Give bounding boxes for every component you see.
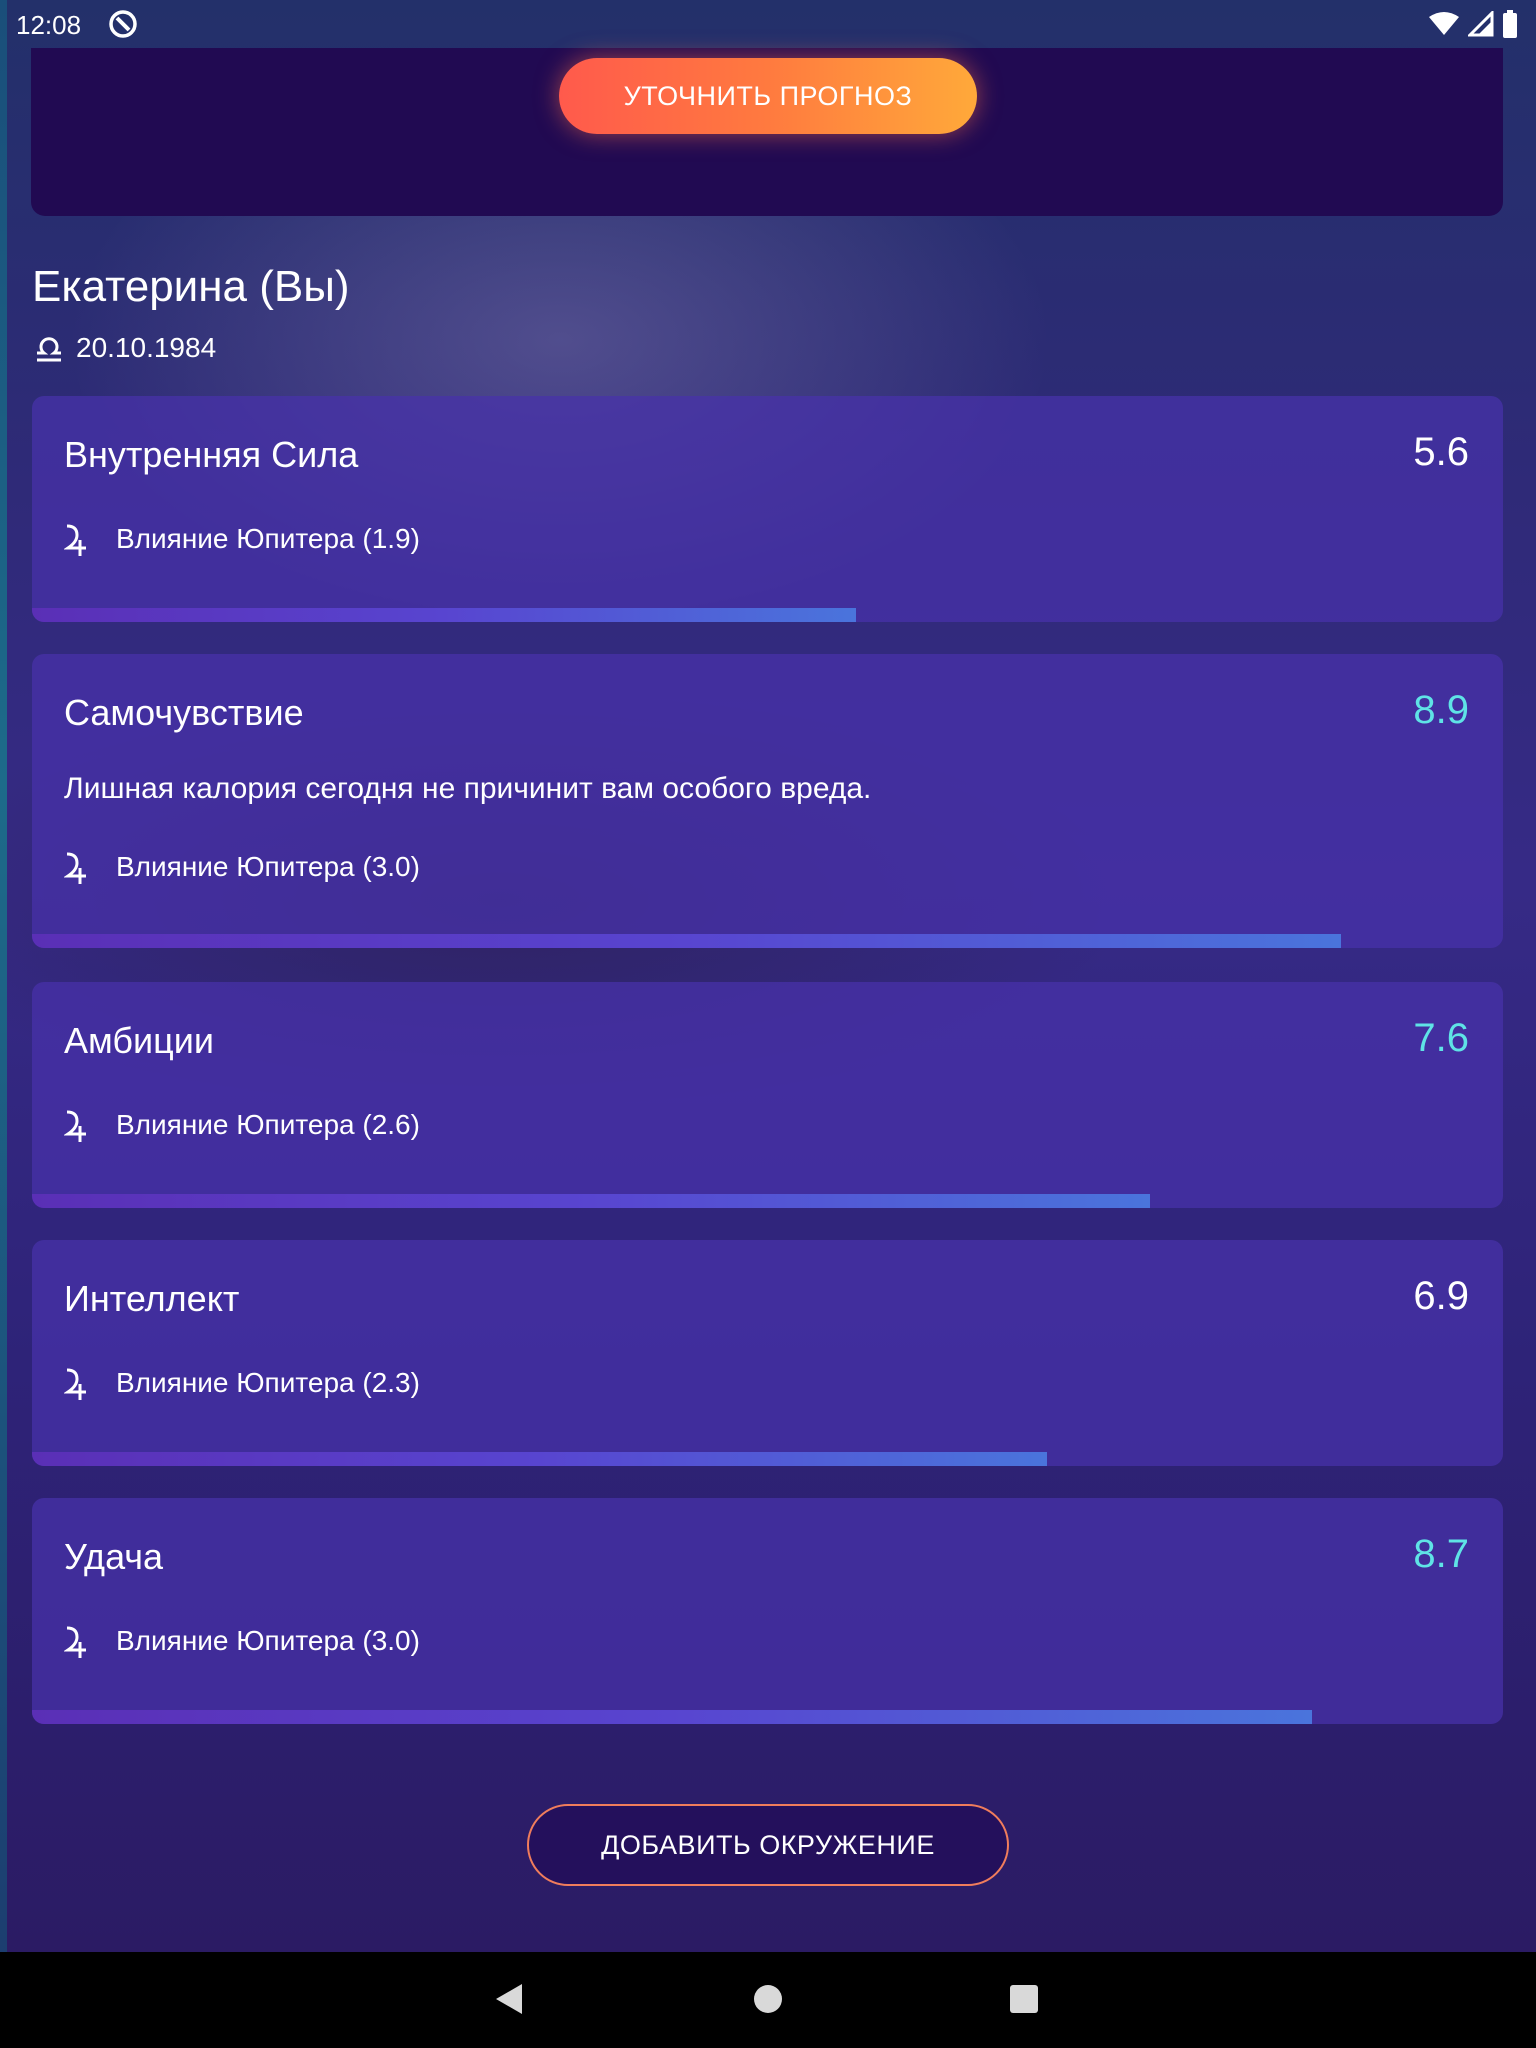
score-bar (32, 608, 1503, 622)
jupiter-icon (64, 852, 86, 884)
card-title: Интеллект (64, 1278, 240, 1319)
status-bar: 12:08 (0, 0, 1536, 48)
score-bar-fill (32, 1452, 1047, 1466)
influence-label: Влияние Юпитера (3.0) (116, 1625, 420, 1656)
screen-edge (0, 0, 7, 1952)
score-bar (32, 1710, 1503, 1724)
profile-name: Екатерина (Вы) (32, 262, 350, 311)
influence-row: Влияние Юпитера (3.0) (64, 1624, 420, 1658)
card-score: 6.9 (1413, 1274, 1469, 1318)
recents-icon[interactable] (1010, 1985, 1038, 2013)
wifi-icon (1429, 12, 1459, 35)
influence-label: Влияние Юпитера (2.3) (116, 1367, 420, 1398)
influence-row: Влияние Юпитера (2.6) (64, 1108, 420, 1142)
card-score: 8.9 (1413, 688, 1469, 732)
score-bar-fill (32, 1194, 1150, 1208)
score-bar (32, 1452, 1503, 1466)
home-icon[interactable] (754, 1985, 782, 2013)
jupiter-icon (64, 1368, 86, 1400)
score-bar-fill (32, 608, 856, 622)
libra-icon (37, 337, 61, 362)
score-bar-fill (32, 1710, 1312, 1724)
score-bar (32, 934, 1503, 948)
forecast-card-intellect[interactable]: Интеллект 6.9 Влияние Юпитера (2.3) (32, 1240, 1503, 1466)
jupiter-icon (64, 1626, 86, 1658)
card-score: 7.6 (1413, 1016, 1469, 1060)
signal-icon (1468, 11, 1494, 37)
score-bar (32, 1194, 1503, 1208)
jupiter-icon (64, 1110, 86, 1142)
add-surroundings-button[interactable]: ДОБАВИТЬ ОКРУЖЕНИЕ (527, 1804, 1009, 1886)
card-description: Лишная калория сегодня не причинит вам о… (64, 772, 872, 805)
card-title: Амбиции (64, 1020, 214, 1061)
influence-label: Влияние Юпитера (3.0) (116, 851, 420, 882)
forecast-card-inner-power[interactable]: Внутренняя Сила 5.6 Влияние Юпитера (1.9… (32, 396, 1503, 622)
score-bar-fill (32, 934, 1342, 948)
forecast-card-ambitions[interactable]: Амбиции 7.6 Влияние Юпитера (2.6) (32, 982, 1503, 1208)
influence-row: Влияние Юпитера (3.0) (64, 850, 420, 884)
forecast-card-wellbeing[interactable]: Самочувствие 8.9 Лишная калория сегодня … (32, 654, 1503, 948)
battery-icon (1503, 10, 1517, 38)
refine-forecast-button[interactable]: УТОЧНИТЬ ПРОГНОЗ (559, 58, 977, 134)
influence-row: Влияние Юпитера (2.3) (64, 1366, 420, 1400)
card-score: 5.6 (1413, 430, 1469, 474)
influence-label: Влияние Юпитера (2.6) (116, 1109, 420, 1140)
profile-date-row: 20.10.1984 (34, 332, 216, 364)
back-icon[interactable] (494, 1982, 524, 2016)
card-title: Удача (64, 1536, 164, 1577)
status-time: 12:08 (16, 10, 82, 40)
birth-date: 20.10.1984 (76, 332, 217, 363)
jupiter-icon (64, 524, 86, 556)
card-title: Внутренняя Сила (64, 434, 359, 475)
card-title: Самочувствие (64, 692, 304, 733)
app-notification-icon (109, 10, 137, 38)
forecast-card-luck[interactable]: Удача 8.7 Влияние Юпитера (3.0) (32, 1498, 1503, 1724)
influence-row: Влияние Юпитера (1.9) (64, 522, 420, 556)
card-score: 8.7 (1413, 1532, 1469, 1576)
influence-label: Влияние Юпитера (1.9) (116, 523, 420, 554)
